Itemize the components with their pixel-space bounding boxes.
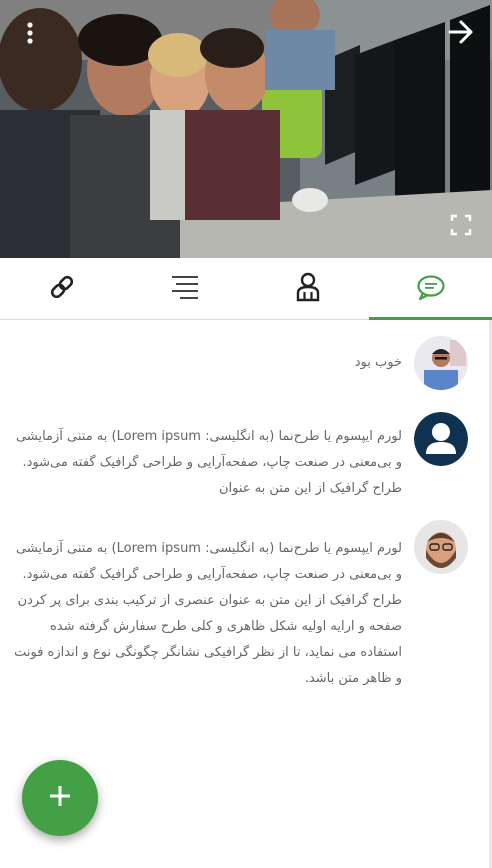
chat-icon bbox=[416, 273, 446, 305]
comment-text: لورم ایپسوم یا طرح‌نما (به انگلیسی: Lore… bbox=[16, 429, 402, 496]
arrow-right-icon[interactable] bbox=[446, 18, 476, 46]
more-vert-icon[interactable] bbox=[18, 20, 42, 46]
link-icon bbox=[48, 273, 76, 305]
tab-bar bbox=[0, 258, 492, 320]
fullscreen-icon[interactable] bbox=[450, 214, 472, 236]
default-user-avatar bbox=[414, 412, 468, 466]
comment-text: لورم ایپسوم یا طرح‌نما (به انگلیسی: Lore… bbox=[14, 541, 402, 686]
man-blue-shirt-avatar bbox=[414, 336, 468, 390]
video-player[interactable] bbox=[0, 0, 492, 258]
comment-text: خوب بود bbox=[354, 355, 402, 370]
comment-item: لورم ایپسوم یا طرح‌نما (به انگلیسی: Lore… bbox=[8, 520, 468, 700]
students-at-computers-photo bbox=[0, 0, 492, 258]
list-icon bbox=[171, 273, 199, 305]
add-comment-button[interactable] bbox=[22, 760, 98, 836]
tab-comments[interactable] bbox=[369, 258, 492, 320]
comment-item: خوب بود bbox=[8, 336, 468, 396]
comment-item: لورم ایپسوم یا طرح‌نما (به انگلیسی: Lore… bbox=[8, 412, 468, 512]
tab-content-list[interactable] bbox=[123, 258, 246, 319]
users-icon bbox=[295, 272, 321, 306]
plus-icon bbox=[48, 784, 72, 812]
bearded-man-avatar bbox=[414, 520, 468, 574]
tab-links[interactable] bbox=[0, 258, 123, 319]
tab-participants[interactable] bbox=[246, 258, 369, 319]
